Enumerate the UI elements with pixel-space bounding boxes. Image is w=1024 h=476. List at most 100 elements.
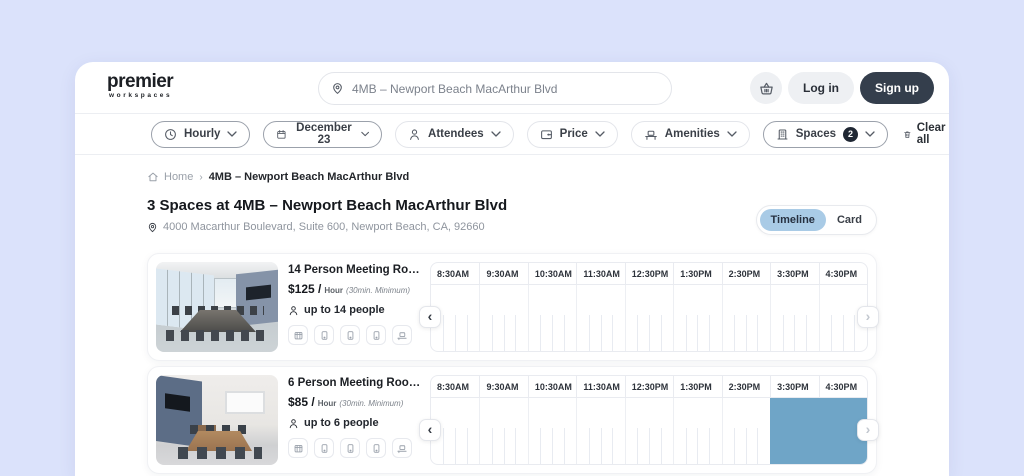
signup-button[interactable]: Sign up	[860, 72, 934, 104]
time-label: 1:30PM	[673, 376, 722, 398]
price-unit: Hour	[324, 286, 344, 295]
time-slot[interactable]	[479, 285, 528, 351]
capacity-row: up to 14 people	[288, 304, 424, 316]
app-window: premier workspaces Log in Sign up Hourly…	[75, 62, 949, 476]
time-label: 10:30AM	[527, 376, 577, 398]
time-label: 4:30PM	[818, 376, 867, 398]
amenity-calendar-icon	[288, 438, 308, 458]
timeline-grid: 8:30AM 9:30AM 10:30AM 11:30AM 12:30PM 1:…	[430, 375, 868, 465]
amenity-monitor-icon	[392, 438, 412, 458]
breadcrumb-home[interactable]: Home	[147, 171, 193, 183]
location-search[interactable]	[318, 72, 672, 105]
filter-label: December 23	[296, 122, 352, 146]
price-note: (30min. Minimum)	[339, 399, 404, 408]
photo-detail	[166, 330, 270, 341]
chevron-right-icon: ›	[865, 308, 871, 324]
amenities-row	[288, 325, 424, 345]
room-photo	[156, 262, 278, 352]
results-header: 3 Spaces at 4MB – Newport Beach MacArthu…	[147, 197, 877, 235]
results-area: Home › 4MB – Newport Beach MacArthur Blv…	[75, 155, 949, 474]
chevron-down-icon	[227, 131, 238, 137]
chevron-right-icon: ›	[865, 421, 871, 437]
filter-date[interactable]: December 23	[263, 120, 383, 148]
filter-price[interactable]: Price	[526, 120, 618, 148]
toggle-timeline[interactable]: Timeline	[759, 209, 826, 231]
capacity-text: up to 14 people	[304, 304, 385, 316]
breadcrumb-home-label: Home	[164, 171, 194, 183]
basket-icon	[759, 82, 773, 94]
timeline-next-button[interactable]: ›	[857, 419, 879, 441]
timeline-body	[431, 285, 867, 351]
listing-card-6-person: 6 Person Meeting Roo… $85 / Hour (30min.…	[147, 366, 879, 474]
time-slot[interactable]	[624, 398, 674, 464]
person-icon	[289, 305, 298, 315]
timeline-header: 8:30AM 9:30AM 10:30AM 11:30AM 12:30PM 1:…	[431, 263, 867, 285]
clear-all-button[interactable]: Clear all	[903, 122, 949, 146]
time-slot[interactable]	[770, 285, 819, 351]
photo-detail	[178, 447, 262, 459]
timeline-header: 8:30AM 9:30AM 10:30AM 11:30AM 12:30PM 1:…	[431, 376, 867, 398]
time-slot[interactable]	[624, 285, 674, 351]
timeline: 8:30AM 9:30AM 10:30AM 11:30AM 12:30PM 1:…	[419, 375, 879, 465]
amenities-row	[288, 438, 424, 458]
listing-info: 14 Person Meeting Ro… $125 / Hour (30min…	[288, 262, 424, 352]
brand-logo[interactable]: premier workspaces	[107, 72, 174, 99]
chevron-down-icon	[595, 131, 605, 137]
time-slot[interactable]	[721, 285, 771, 351]
time-label: 1:30PM	[673, 263, 722, 285]
filter-amenities[interactable]: Amenities	[630, 120, 750, 148]
view-toggle: Timeline Card	[755, 205, 877, 235]
time-label: 8:30AM	[431, 376, 480, 398]
chevron-left-icon: ‹	[427, 421, 433, 437]
person-icon	[410, 128, 419, 140]
login-button[interactable]: Log in	[788, 72, 854, 104]
time-slot[interactable]	[673, 398, 722, 464]
price-row: $85 / Hour (30min. Minimum)	[288, 395, 424, 409]
timeline-prev-button[interactable]: ‹	[419, 419, 441, 441]
search-input[interactable]	[352, 81, 659, 96]
toggle-card[interactable]: Card	[826, 209, 873, 231]
time-slot[interactable]	[673, 285, 722, 351]
filter-spaces[interactable]: Spaces 2	[762, 120, 889, 148]
filter-label: Amenities	[664, 128, 720, 140]
top-actions: Log in Sign up	[750, 72, 934, 104]
amenity-monitor-icon	[392, 325, 412, 345]
selected-time-range[interactable]	[770, 398, 867, 464]
amenity-device-icon	[366, 438, 386, 458]
time-label: 11:30AM	[576, 263, 625, 285]
time-slot[interactable]	[479, 398, 528, 464]
filter-attendees[interactable]: Attendees	[395, 120, 514, 148]
logo-tagline: workspaces	[109, 92, 173, 99]
chevron-down-icon	[865, 131, 875, 137]
timeline-next-button[interactable]: ›	[857, 306, 879, 328]
time-label: 2:30PM	[721, 263, 771, 285]
timeline-prev-button[interactable]: ‹	[419, 306, 441, 328]
top-bar: premier workspaces Log in Sign up	[75, 62, 949, 114]
time-slot[interactable]	[527, 285, 577, 351]
price: $85 /	[288, 395, 315, 409]
building-icon	[777, 129, 788, 139]
wallet-icon	[540, 129, 552, 139]
time-slot[interactable]	[527, 398, 577, 464]
chevron-down-icon	[361, 131, 369, 137]
breadcrumb-separator: ›	[199, 171, 203, 183]
capacity-row: up to 6 people	[288, 417, 424, 429]
time-slot[interactable]	[576, 285, 625, 351]
time-label: 3:30PM	[770, 376, 819, 398]
timeline-body	[431, 398, 867, 464]
room-photo	[156, 375, 278, 465]
trash-icon	[904, 130, 911, 138]
time-label: 3:30PM	[770, 263, 819, 285]
listing-info: 6 Person Meeting Roo… $85 / Hour (30min.…	[288, 375, 424, 465]
breadcrumb-current: 4MB – Newport Beach MacArthur Blvd	[208, 171, 410, 183]
time-label: 9:30AM	[479, 376, 528, 398]
location-pin-icon	[333, 83, 342, 94]
time-slot[interactable]	[721, 398, 771, 464]
cart-button[interactable]	[750, 72, 782, 104]
price-unit: Hour	[317, 399, 337, 408]
address-text: 4000 Macarthur Boulevard, Suite 600, New…	[163, 221, 485, 233]
listings: 14 Person Meeting Ro… $125 / Hour (30min…	[147, 253, 879, 474]
filter-hourly[interactable]: Hourly	[151, 120, 251, 148]
clock-icon	[165, 128, 176, 140]
time-slot[interactable]	[576, 398, 625, 464]
